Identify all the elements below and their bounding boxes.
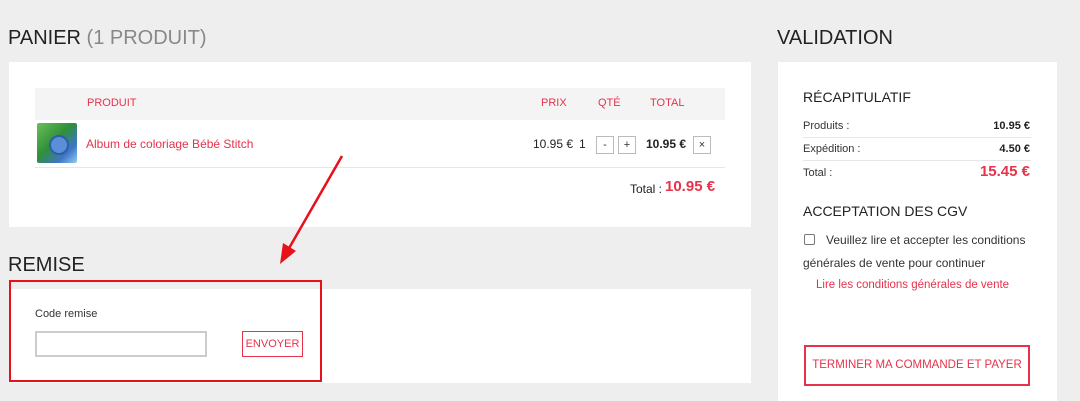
cart-total-value: 10.95 €	[665, 178, 716, 195]
summary-total-label: Total :	[803, 167, 833, 179]
cart-count: (1 PRODUIT)	[86, 27, 207, 49]
cart-title: PANIER (1 PRODUIT)	[8, 27, 207, 50]
product-price: 10.95 €	[533, 137, 574, 151]
product-line-total: 10.95 €	[646, 137, 687, 151]
cgv-text-line1: Veuillez lire et accepter les conditions	[826, 233, 1026, 247]
header-qty: QTÉ	[598, 97, 621, 109]
header-product: PRODUIT	[87, 97, 137, 109]
shipping-value: 4.50 €	[999, 143, 1030, 155]
cart-title-text: PANIER	[8, 27, 81, 49]
summary-total-value: 15.45 €	[979, 163, 1030, 180]
shipping-label: Expédition :	[803, 143, 861, 155]
qty-decrease-button[interactable]: -	[596, 136, 614, 154]
remise-title: REMISE	[8, 254, 85, 276]
recap-divider-1	[803, 137, 1031, 138]
cart-table-header	[35, 88, 725, 120]
cart-divider	[35, 167, 725, 168]
arrow-down-left-icon	[280, 155, 344, 264]
product-qty: 1	[579, 137, 586, 151]
products-label: Produits :	[803, 120, 850, 132]
cgv-checkbox[interactable]	[804, 234, 815, 245]
remove-item-button[interactable]: ×	[693, 136, 711, 154]
highlight-annotation-box	[9, 280, 322, 382]
recap-divider-2	[803, 160, 1031, 161]
header-total: TOTAL	[650, 97, 685, 109]
cgv-link[interactable]: Lire les conditions générales de vente	[816, 279, 1009, 291]
products-value: 10.95 €	[993, 120, 1030, 132]
validation-title: VALIDATION	[777, 27, 893, 49]
finish-order-button[interactable]: TERMINER MA COMMANDE ET PAYER	[804, 345, 1030, 386]
product-thumbnail[interactable]	[37, 123, 77, 163]
cart-total-label: Total :	[630, 182, 663, 196]
cgv-text-line2: générales de vente pour continuer	[803, 256, 986, 270]
product-name-link[interactable]: Album de coloriage Bébé Stitch	[86, 137, 253, 151]
recap-title: RÉCAPITULATIF	[803, 89, 911, 105]
cgv-title: ACCEPTATION DES CGV	[803, 203, 968, 219]
qty-increase-button[interactable]: +	[618, 136, 636, 154]
header-price: PRIX	[541, 97, 567, 109]
